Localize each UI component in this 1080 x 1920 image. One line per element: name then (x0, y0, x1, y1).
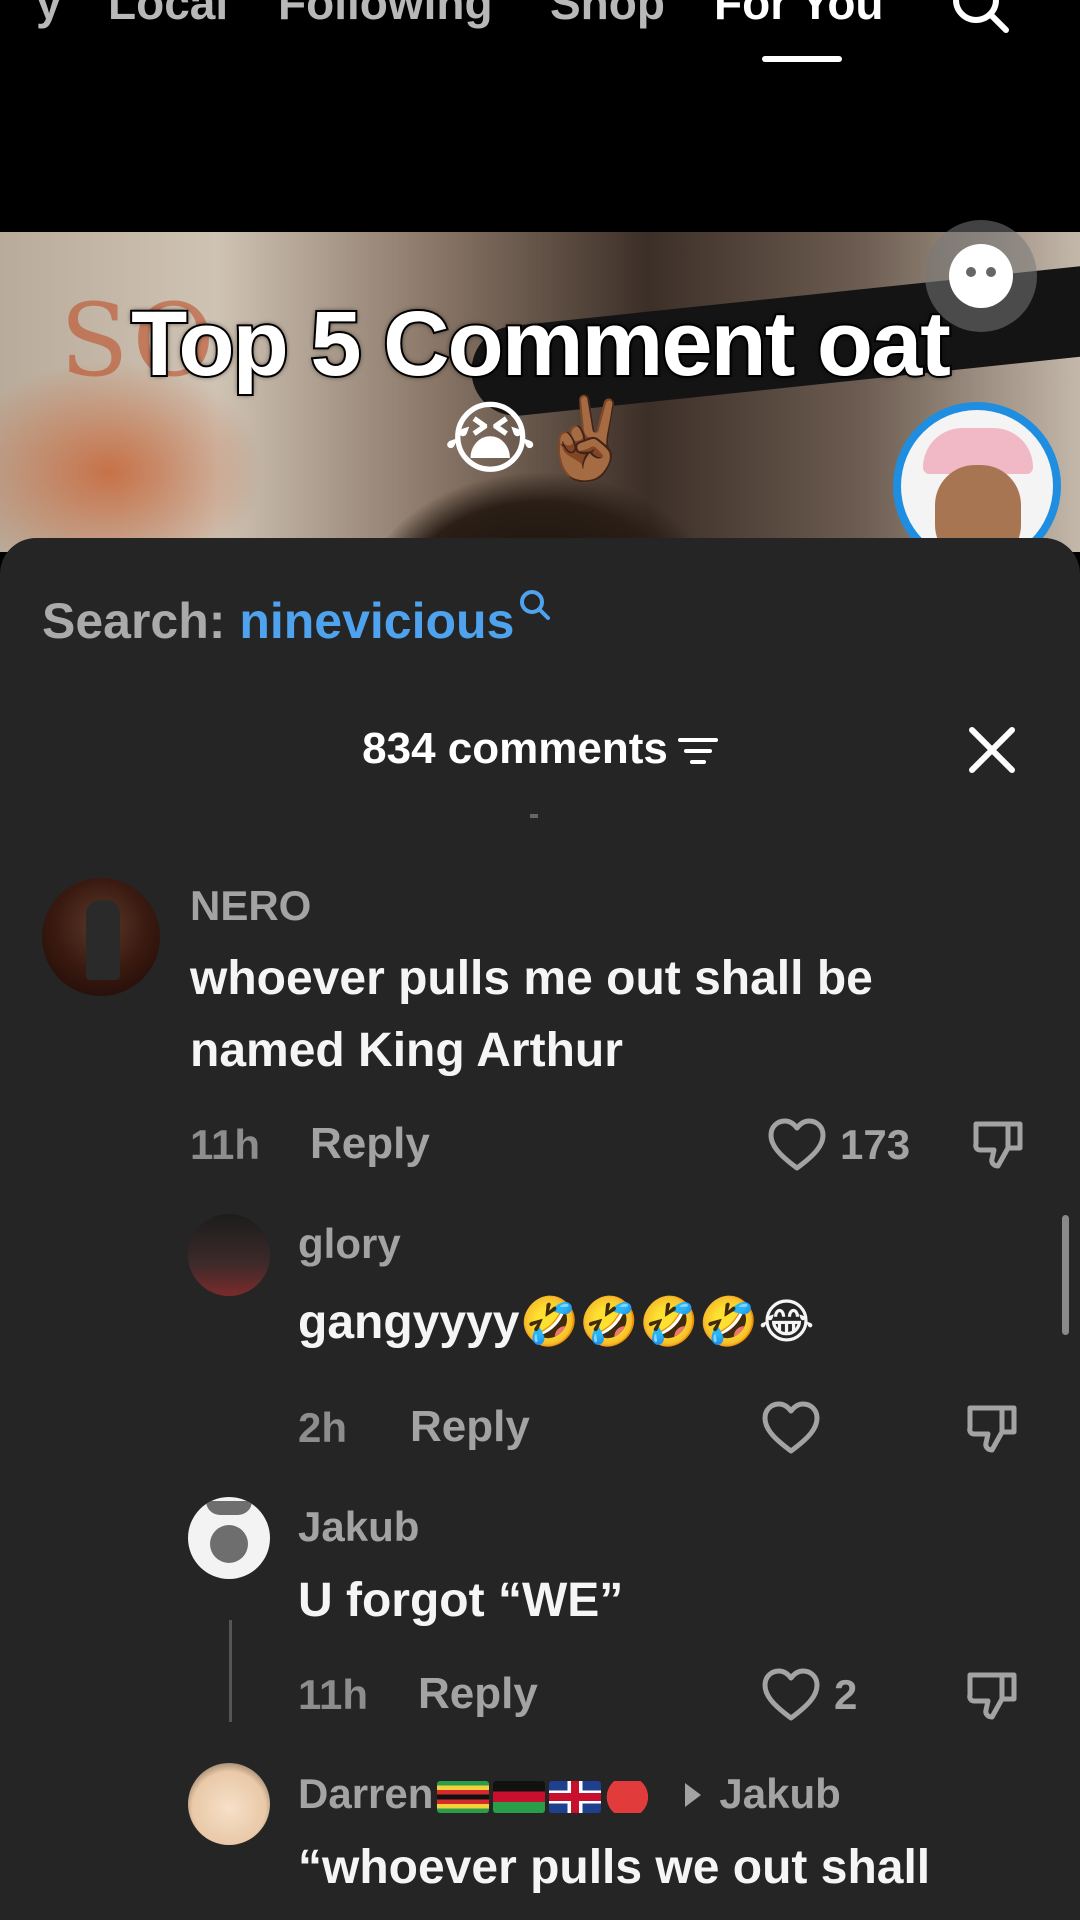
reply-arrow-icon (685, 1782, 702, 1807)
search-prefix: Search: (42, 593, 240, 649)
reply-to-username[interactable]: Jakub (719, 1770, 840, 1817)
zimbabwe-flag-icon (437, 1780, 490, 1813)
comment-count: 834 comments (362, 724, 668, 773)
uk-flag-icon (549, 1780, 602, 1813)
reply-button[interactable]: Reply (310, 1119, 430, 1169)
comment-username[interactable]: Jakub (298, 1503, 419, 1551)
comment-username[interactable]: glory (298, 1220, 401, 1268)
thumbs-down-icon[interactable] (964, 1667, 1020, 1723)
tab-partial[interactable]: y (36, 0, 62, 26)
search-icon[interactable] (950, 0, 1010, 34)
active-tab-indicator (762, 56, 842, 62)
heart-icon[interactable] (762, 1668, 820, 1722)
comment-time: 11h (298, 1671, 369, 1718)
video-caption: Top 5 Comment oat (129, 291, 953, 397)
loading-indicator (530, 814, 538, 818)
comment-username[interactable]: Darren (298, 1770, 433, 1817)
comment-text: gangyyyy🤣🤣🤣🤣😂 (298, 1296, 815, 1349)
thread-line (229, 1620, 232, 1722)
avatar[interactable] (188, 1214, 270, 1296)
assistant-face-icon (949, 244, 1013, 308)
comment-text: U forgot “WE” (298, 1574, 624, 1627)
tab-for-you[interactable]: For You (714, 0, 884, 26)
comment-text: whoever pulls me out shall be named King… (190, 952, 873, 1077)
heart-icon[interactable] (762, 1401, 820, 1455)
related-search-suggestion[interactable]: Search: ninevicious (42, 590, 552, 650)
like-count: 2 (834, 1671, 858, 1718)
heart-icon[interactable] (768, 1118, 826, 1172)
reply-button[interactable]: Reply (410, 1402, 530, 1452)
comment-time: 2h (298, 1404, 348, 1451)
reply-button[interactable]: Reply (418, 1669, 538, 1719)
thumbs-down-icon[interactable] (964, 1400, 1020, 1456)
comment-username[interactable]: NERO (190, 882, 311, 930)
malawi-flag-icon (493, 1780, 546, 1813)
avatar[interactable] (188, 1497, 270, 1579)
search-icon (520, 590, 551, 620)
comments-sheet: Search: ninevicious 834 comments (0, 538, 1080, 1920)
top-navigation: y Local Following Shop For You (0, 0, 1080, 232)
ai-assistant-button[interactable] (925, 220, 1037, 332)
scrollbar[interactable] (1062, 1215, 1069, 1335)
tab-following[interactable]: Following (278, 0, 493, 26)
comment-text: “whoever pulls we out shall (298, 1841, 931, 1894)
avatar[interactable] (188, 1763, 270, 1845)
avatar[interactable] (42, 878, 160, 996)
comment-username-row: Darren Jakub (298, 1770, 841, 1818)
close-icon[interactable] (964, 722, 1020, 778)
thumbs-down-icon[interactable] (970, 1116, 1026, 1172)
comment-count-header: 834 comments (0, 724, 1080, 774)
filter-icon[interactable] (677, 736, 718, 766)
boxing-glove-icon (605, 1780, 662, 1813)
comment-time: 11h (190, 1121, 261, 1168)
like-count: 173 (840, 1121, 911, 1168)
tab-shop[interactable]: Shop (550, 0, 665, 26)
search-keyword[interactable]: ninevicious (239, 593, 514, 649)
tab-local[interactable]: Local (108, 0, 228, 26)
